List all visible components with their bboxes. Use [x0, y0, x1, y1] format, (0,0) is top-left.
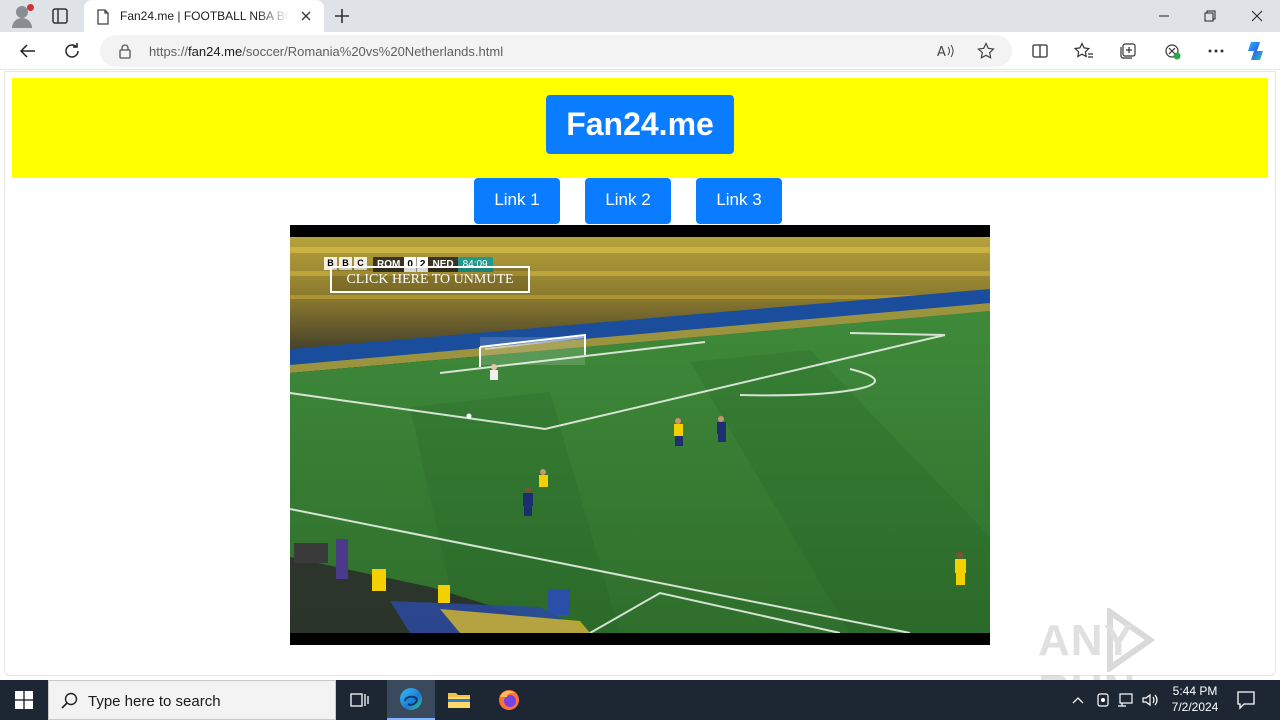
volume-icon[interactable]	[1140, 690, 1160, 710]
url-text[interactable]: https://fan24.me/soccer/Romania%20vs%20N…	[149, 44, 503, 59]
file-explorer-icon[interactable]	[435, 680, 483, 720]
device-icon[interactable]	[1093, 690, 1113, 710]
show-hidden-icons-icon[interactable]	[1068, 690, 1088, 710]
search-icon	[61, 692, 79, 715]
edge-taskbar-icon[interactable]	[387, 680, 435, 720]
profile-icon[interactable]	[10, 4, 34, 28]
browser-toolbar: https://fan24.me/soccer/Romania%20vs%20N…	[0, 32, 1280, 70]
taskbar-clock[interactable]: 5:44 PM 7/2/2024	[1163, 683, 1227, 717]
lock-icon[interactable]	[118, 43, 132, 64]
video-frame	[290, 237, 990, 633]
site-logo-button[interactable]: Fan24.me	[546, 95, 734, 154]
clock-time: 5:44 PM	[1172, 684, 1218, 698]
windows-start-icon[interactable]	[0, 680, 48, 720]
copilot-icon[interactable]	[1243, 37, 1271, 65]
minimize-icon[interactable]	[1141, 0, 1187, 32]
read-aloud-icon[interactable]: A	[936, 41, 956, 61]
notification-icon[interactable]	[1236, 690, 1258, 710]
favorites-icon[interactable]	[1070, 37, 1098, 65]
favorite-star-icon[interactable]	[976, 41, 996, 61]
back-icon[interactable]	[14, 37, 42, 65]
split-screen-icon[interactable]	[1026, 37, 1054, 65]
task-view-icon[interactable]	[336, 680, 384, 720]
taskbar-search-box[interactable]: Type here to search	[48, 680, 336, 720]
link-3-button[interactable]: Link 3	[696, 178, 782, 224]
tab-title: Fan24.me | FOOTBALL NBA BOXING	[120, 9, 290, 23]
address-bar[interactable]: https://fan24.me/soccer/Romania%20vs%20N…	[100, 35, 1012, 67]
tab-strip: Fan24.me | FOOTBALL NBA BOXING	[0, 0, 1280, 32]
window-close-icon[interactable]	[1234, 0, 1280, 32]
link-2-button[interactable]: Link 2	[585, 178, 671, 224]
video-player[interactable]: BBC ROM 0 2 NED 84:09 CLICK HERE TO UNMU…	[290, 225, 990, 645]
more-icon[interactable]	[1202, 37, 1230, 65]
refresh-icon[interactable]	[58, 37, 86, 65]
svg-text:A: A	[937, 45, 946, 59]
unmute-button[interactable]: CLICK HERE TO UNMUTE	[330, 266, 530, 293]
firefox-icon[interactable]	[485, 680, 533, 720]
link-1-button[interactable]: Link 1	[474, 178, 560, 224]
tab-actions-icon[interactable]	[50, 6, 70, 26]
restore-icon[interactable]	[1187, 0, 1233, 32]
new-tab-icon[interactable]	[330, 4, 354, 28]
watermark-logo: ANY RUN	[1038, 608, 1238, 715]
page-icon	[96, 9, 110, 30]
close-icon[interactable]	[298, 8, 314, 24]
network-icon[interactable]	[1116, 690, 1136, 710]
collections-icon[interactable]	[1114, 37, 1142, 65]
extensions-icon[interactable]	[1158, 37, 1186, 65]
browser-tab[interactable]: Fan24.me | FOOTBALL NBA BOXING	[84, 0, 324, 32]
search-placeholder: Type here to search	[88, 693, 221, 710]
windows-taskbar: Type here to search 5:44 PM 7/2/2024	[0, 680, 1280, 720]
clock-date: 7/2/2024	[1171, 700, 1219, 714]
